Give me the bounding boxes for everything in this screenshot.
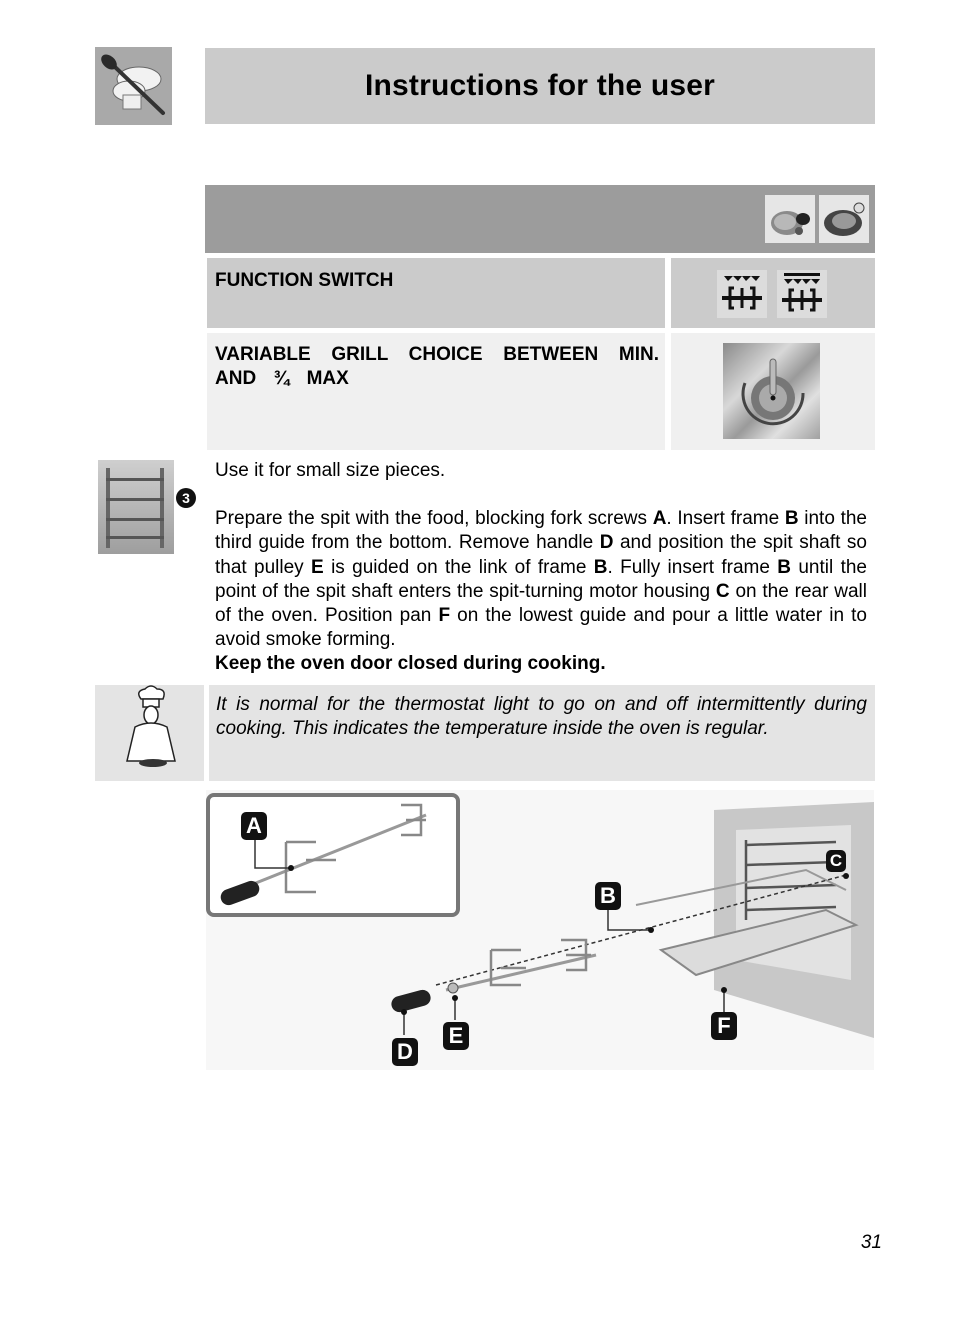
function-switch-label: FUNCTION SWITCH [215,270,394,291]
meat-roast-icon [765,195,815,243]
label-e: E [443,1022,469,1050]
section-header-bar [205,185,875,253]
part-reference: B [593,556,608,578]
procedure-segment: . Insert frame [666,508,785,530]
label-b: B [595,882,621,910]
thermostat-knob-icon [723,343,820,439]
spoon-and-chef-hat-icon [95,47,172,125]
note-text: It is normal for the thermostat light to… [216,694,867,739]
header-bar: Instructions for the user [205,48,875,124]
label-c: C [826,850,846,872]
procedure-segment: Prepare the spit with the food, blocking… [215,508,653,530]
procedure-text: Prepare the spit with the food, blocking… [215,507,867,652]
part-reference: F [438,605,451,627]
intro-text: Use it for small size pieces. [215,460,446,481]
variable-grill-icon-cell [671,333,875,450]
full-grill-rotisserie-icon [777,270,827,318]
part-reference: B [784,508,799,530]
page-number: 31 [860,1232,882,1253]
handle [391,989,431,1013]
body-text: Use it for small size pieces. Prepare th… [215,459,867,677]
pulley [447,982,459,994]
variable-grill-label-cell: VARIABLE GRILL CHOICE BETWEEN MIN. AND ¾… [207,333,665,450]
part-reference: E [311,556,324,578]
chef-icon [95,685,204,781]
part-reference: A [652,508,667,530]
rack-level-badge: 3 [176,488,196,508]
part-reference: D [599,532,614,554]
function-switch-label-cell: FUNCTION SWITCH [207,258,665,328]
roast-chicken-icon [819,195,869,243]
part-reference: C [715,580,730,602]
procedure-segment: is guided on the link of frame [323,556,594,578]
illustration-drawing [206,793,874,1038]
label-d: D [392,1038,418,1066]
label-a: A [241,812,267,840]
label-f: F [711,1012,737,1040]
grill-rotisserie-icon [717,270,767,318]
warning-text: Keep the oven door closed during cooking… [215,653,606,675]
procedure-segment: . Fully insert frame [607,556,778,578]
oven-rack-guide-icon [98,460,174,554]
note-box: It is normal for the thermostat light to… [209,685,875,781]
rotisserie-assembly-illustration: A B C D E F [206,790,874,1070]
variable-grill-label: VARIABLE GRILL CHOICE BETWEEN MIN. AND ¾… [215,344,659,389]
page-title: Instructions for the user [364,69,716,102]
part-reference: B [777,556,792,578]
function-switch-icon-cell [671,258,875,328]
fork-2 [561,938,591,972]
